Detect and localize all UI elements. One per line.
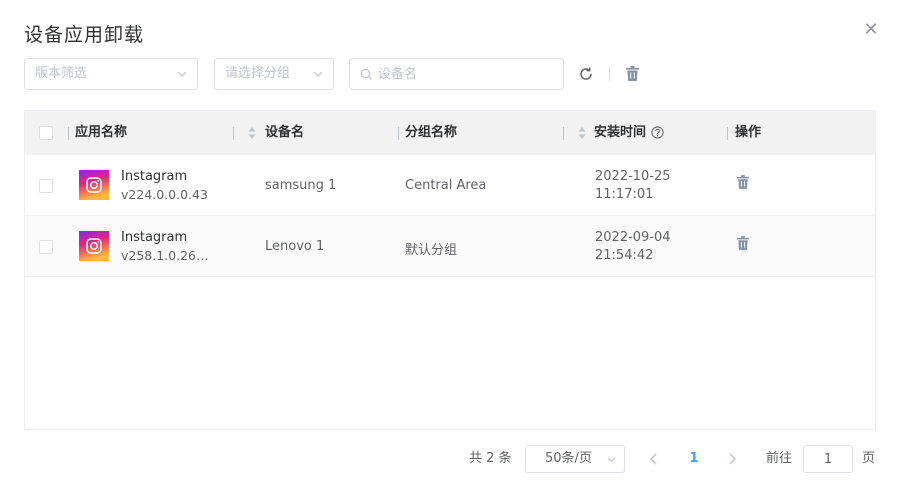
instagram-app-icon (79, 170, 109, 200)
column-divider (233, 127, 234, 140)
column-divider (563, 127, 564, 140)
install-date: 2022-10-25 (595, 169, 671, 184)
batch-delete-icon[interactable] (626, 66, 639, 81)
device-search-input[interactable] (378, 60, 558, 88)
page-unit-label: 页 (862, 451, 876, 466)
table-row: Instagram v258.1.0.26.1... Lenovo 1 默认分组… (25, 216, 875, 277)
chevron-down-icon (313, 71, 323, 77)
help-circle-icon[interactable] (651, 126, 664, 139)
next-page-icon[interactable] (726, 452, 738, 466)
chevron-down-icon (177, 71, 187, 77)
app-name: Instagram (121, 230, 188, 245)
toolbar-divider (609, 67, 610, 81)
goto-label: 前往 (766, 451, 793, 466)
column-header-group-name: 分组名称 (405, 125, 458, 140)
delete-icon[interactable] (737, 236, 749, 250)
app-version: v258.1.0.26.1... (121, 248, 211, 263)
sort-icon[interactable] (578, 126, 586, 140)
install-time: 11:17:01 (595, 187, 654, 202)
group-filter-placeholder: 请选择分组 (225, 66, 291, 81)
device-search-box (349, 58, 564, 90)
refresh-icon[interactable] (578, 66, 594, 82)
column-header-device-name[interactable]: 设备名 (265, 111, 304, 155)
table-row: Instagram v224.0.0.0.43 samsung 1 Centra… (25, 155, 875, 216)
pagination-total: 共 2 条 (469, 451, 512, 466)
row-checkbox[interactable] (39, 240, 53, 254)
group-name: Central Area (405, 178, 487, 193)
column-header-actions: 操作 (735, 125, 762, 140)
column-divider (727, 127, 728, 140)
goto-page-input[interactable] (803, 445, 853, 473)
device-name: Lenovo 1 (265, 239, 325, 254)
table-header: 应用名称 设备名 分组名称 安装时间 操作 (25, 111, 875, 155)
group-filter-select[interactable]: 请选择分组 (214, 58, 334, 90)
column-header-install-time[interactable]: 安装时间 (594, 111, 646, 155)
page-size-value: 50条/页 (545, 451, 592, 466)
group-name: 默认分组 (405, 243, 458, 258)
device-name: samsung 1 (265, 178, 337, 193)
dialog-title: 设备应用卸载 (24, 24, 145, 46)
select-all-checkbox[interactable] (39, 126, 53, 140)
page-number-current[interactable]: 1 (686, 445, 702, 473)
search-icon (360, 68, 373, 81)
delete-icon[interactable] (737, 175, 749, 189)
column-divider (398, 127, 399, 140)
app-version: v224.0.0.0.43 (121, 187, 208, 202)
instagram-app-icon (79, 231, 109, 261)
prev-page-icon[interactable] (648, 452, 660, 466)
uninstall-dialog: 设备应用卸载 ✕ 版本筛选 请选择分组 应用名称 设备名 分组名称 (0, 0, 900, 499)
version-filter-select[interactable]: 版本筛选 (24, 58, 198, 90)
column-divider (68, 127, 69, 140)
chevron-down-icon (607, 457, 616, 463)
column-header-app-name: 应用名称 (75, 125, 128, 140)
install-date: 2022-09-04 (595, 230, 671, 245)
install-time: 21:54:42 (595, 248, 654, 263)
app-name: Instagram (121, 169, 188, 184)
sort-icon[interactable] (248, 126, 256, 140)
page-size-select[interactable]: 50条/页 (525, 445, 625, 473)
version-filter-placeholder: 版本筛选 (35, 66, 88, 81)
row-checkbox[interactable] (39, 179, 53, 193)
app-table: 应用名称 设备名 分组名称 安装时间 操作 Instagram v224.0.0… (24, 110, 876, 430)
close-icon[interactable]: ✕ (862, 21, 880, 39)
